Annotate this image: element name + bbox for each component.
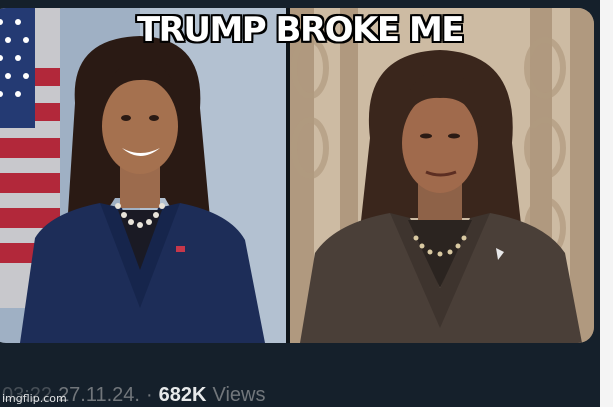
tweet-date[interactable]: 27.11.24. — [58, 384, 140, 407]
tweet-card: TRUMP BROKE ME 03:22 27.11.24. · 682K Vi… — [0, 0, 600, 407]
tweet-media[interactable] — [0, 8, 594, 343]
page-gutter — [600, 0, 613, 407]
views-label: Views — [212, 384, 266, 406]
photo-left-portrait[interactable] — [0, 8, 286, 343]
views-count[interactable]: 682K — [159, 384, 207, 407]
photo-right-portrait[interactable] — [290, 8, 594, 343]
meta-separator: · — [146, 384, 153, 406]
meme-caption: TRUMP BROKE ME — [136, 10, 465, 50]
imgflip-watermark: imgflip.com — [2, 392, 67, 405]
